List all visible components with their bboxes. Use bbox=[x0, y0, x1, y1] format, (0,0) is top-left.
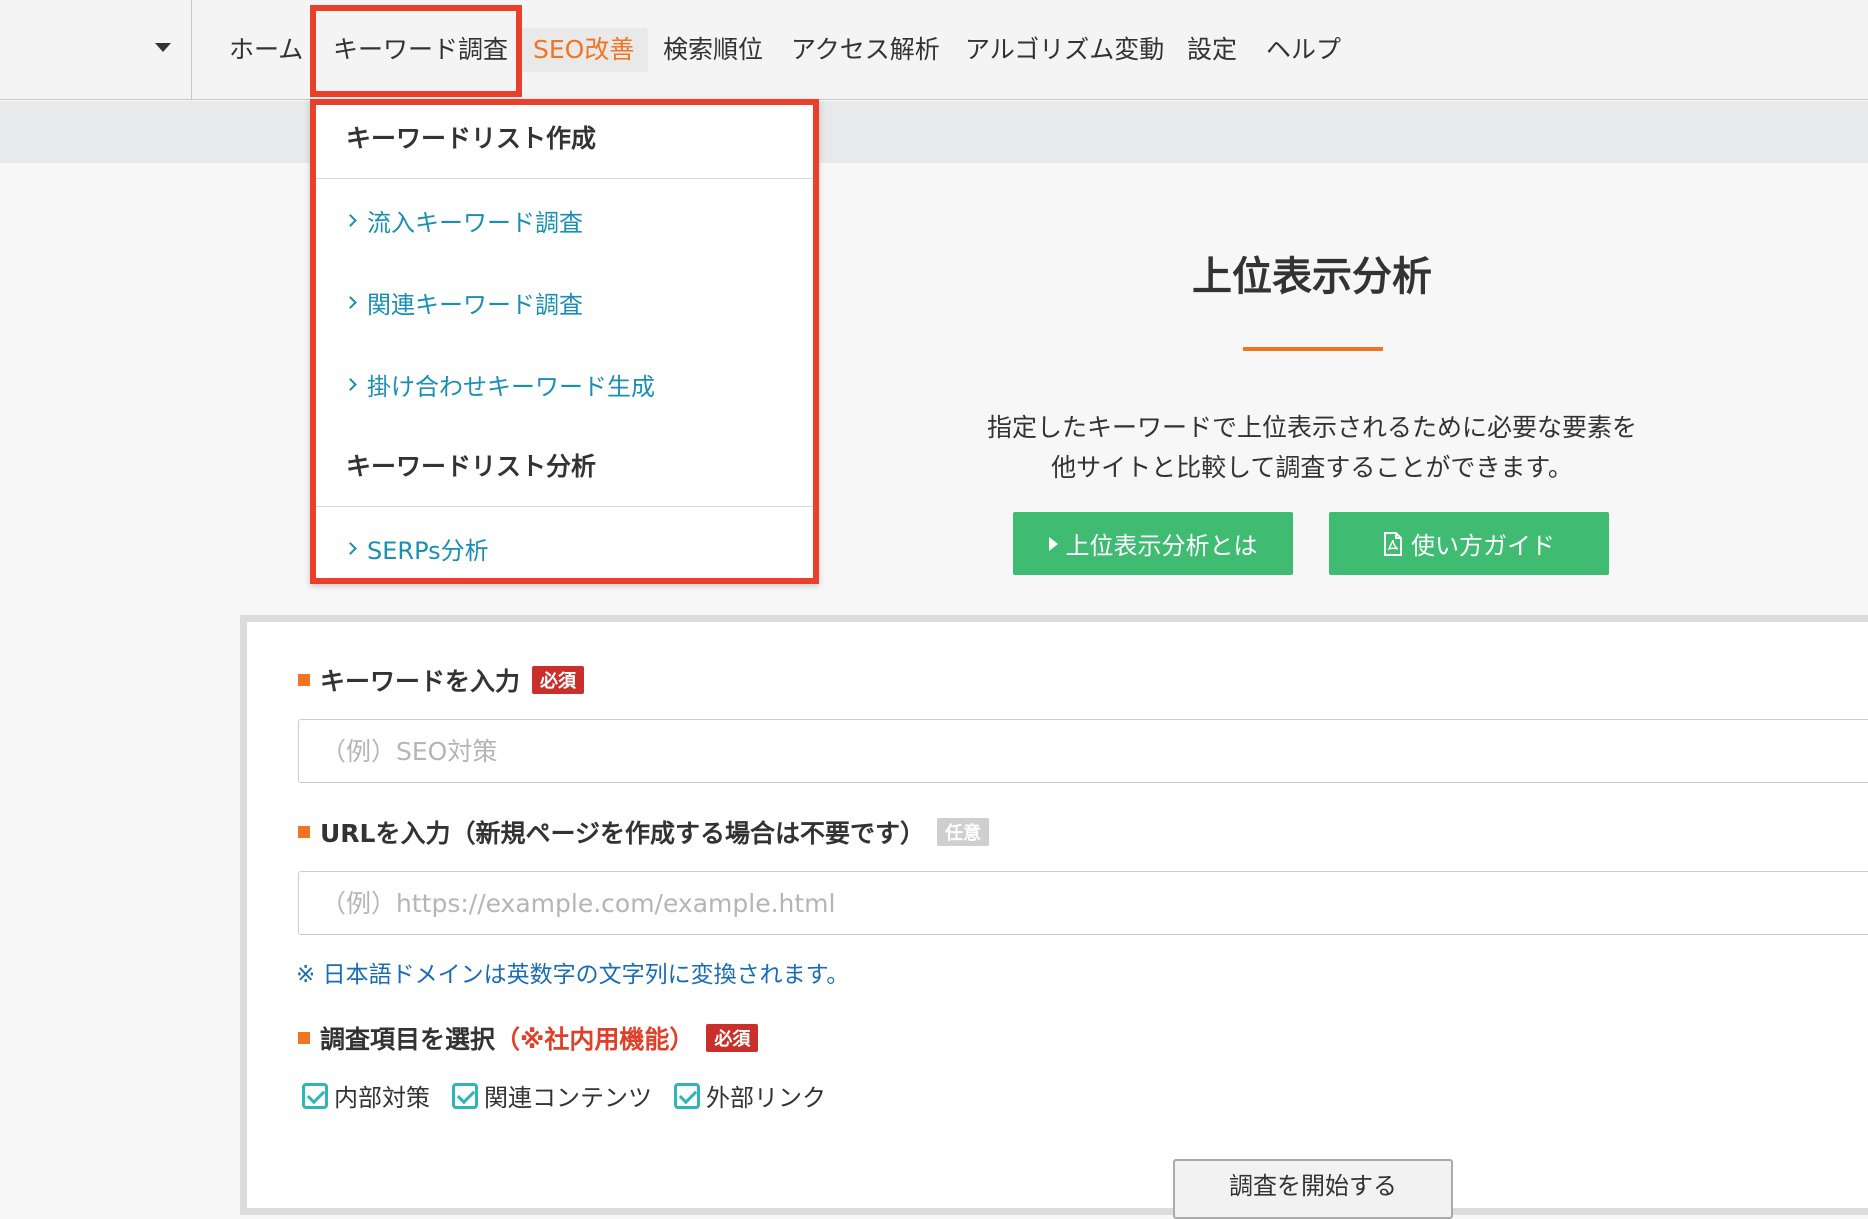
checkbox-internal-measures[interactable]: 内部対策 bbox=[302, 1078, 430, 1113]
bullet-square-icon bbox=[298, 1032, 310, 1044]
nav-item-home[interactable]: ホーム bbox=[229, 28, 303, 72]
about-button-label: 上位表示分析とは bbox=[1065, 532, 1258, 560]
chevron-right-icon bbox=[344, 542, 357, 555]
nav-item-algorithm-change[interactable]: アルゴリズム変動 bbox=[965, 28, 1164, 72]
nav-item-help[interactable]: ヘルプ bbox=[1266, 28, 1341, 72]
checkbox-label: 関連コンテンツ bbox=[484, 1084, 652, 1112]
checkbox-external-links[interactable]: 外部リンク bbox=[674, 1078, 826, 1113]
dropdown-link-related-keyword[interactable]: 関連キーワード調査 bbox=[344, 285, 583, 320]
chevron-right-icon bbox=[344, 378, 357, 391]
keyword-research-dropdown: キーワードリスト作成 流入キーワード調査 関連キーワード調査 掛け合わせキーワー… bbox=[310, 99, 819, 584]
sub-header-band bbox=[0, 101, 1868, 163]
dropdown-heading-list-analysis: キーワードリスト分析 bbox=[346, 452, 597, 481]
dropdown-link-label: 流入キーワード調査 bbox=[367, 209, 583, 237]
keyword-section-label: キーワードを入力 必須 bbox=[298, 662, 585, 698]
checkbox-checked-icon[interactable] bbox=[674, 1082, 700, 1109]
guide-button-label: 使い方ガイド bbox=[1411, 532, 1555, 560]
chevron-down-icon[interactable] bbox=[155, 43, 171, 52]
required-badge: 必須 bbox=[532, 666, 585, 694]
pdf-file-icon bbox=[1384, 531, 1402, 556]
about-button[interactable]: 上位表示分析とは bbox=[1013, 512, 1293, 575]
nav-item-access-analysis[interactable]: アクセス解析 bbox=[791, 28, 940, 72]
nav-divider bbox=[191, 0, 192, 100]
dropdown-link-inflow-keyword[interactable]: 流入キーワード調査 bbox=[344, 203, 583, 238]
dropdown-heading-list-creation: キーワードリスト作成 bbox=[346, 124, 597, 153]
items-label-text: 調査項目を選択 bbox=[320, 1025, 496, 1054]
nav-item-search-ranking[interactable]: 検索順位 bbox=[663, 28, 763, 72]
internal-feature-note: （※社内用機能） bbox=[495, 1025, 695, 1054]
chevron-right-icon bbox=[344, 296, 357, 309]
description-line-2: 他サイトと比較して調査することができます。 bbox=[1051, 453, 1573, 482]
nav-item-seo-improvement[interactable]: SEO改善 bbox=[519, 28, 649, 72]
items-section-label: 調査項目を選択 （※社内用機能） 必須 bbox=[298, 1020, 759, 1056]
guide-button[interactable]: 使い方ガイド bbox=[1329, 512, 1609, 575]
url-section-label: URLを入力（新規ページを作成する場合は不要です） 任意 bbox=[298, 814, 989, 850]
url-label-text: URLを入力（新規ページを作成する場合は不要です） bbox=[320, 819, 925, 848]
dropdown-link-label: 掛け合わせキーワード生成 bbox=[367, 373, 655, 401]
dropdown-link-combined-keyword[interactable]: 掛け合わせキーワード生成 bbox=[344, 367, 655, 402]
dropdown-divider bbox=[316, 506, 813, 507]
optional-badge: 任意 bbox=[936, 818, 989, 846]
page-description: 指定したキーワードで上位表示されるために必要な要素を 他サイトと比較して調査する… bbox=[912, 408, 1712, 488]
url-input[interactable] bbox=[298, 871, 1868, 935]
bullet-square-icon bbox=[298, 826, 310, 838]
url-note: ※ 日本語ドメインは英数字の文字列に変換されます。 bbox=[296, 962, 850, 988]
required-badge: 必須 bbox=[706, 1024, 759, 1052]
dropdown-divider bbox=[316, 178, 813, 179]
description-line-1: 指定したキーワードで上位表示されるために必要な要素を bbox=[986, 413, 1637, 442]
checkbox-checked-icon[interactable] bbox=[452, 1082, 478, 1109]
dropdown-link-label: SERPs分析 bbox=[367, 537, 489, 565]
checkbox-checked-icon[interactable] bbox=[302, 1082, 328, 1109]
dropdown-link-serps-analysis[interactable]: SERPs分析 bbox=[344, 531, 489, 566]
page-title: 上位表示分析 bbox=[1192, 254, 1432, 300]
checkbox-group: 内部対策 関連コンテンツ 外部リンク bbox=[302, 1078, 826, 1113]
keyword-input[interactable] bbox=[298, 719, 1868, 783]
bullet-square-icon bbox=[298, 674, 310, 686]
play-icon bbox=[1048, 536, 1058, 551]
nav-item-settings[interactable]: 設定 bbox=[1187, 28, 1237, 72]
top-navigation: ホーム キーワード調査 SEO改善 検索順位 アクセス解析 アルゴリズム変動 設… bbox=[0, 0, 1868, 100]
checkbox-related-content[interactable]: 関連コンテンツ bbox=[452, 1078, 652, 1113]
start-research-button[interactable]: 調査を開始する bbox=[1173, 1159, 1453, 1219]
checkbox-label: 外部リンク bbox=[706, 1084, 826, 1112]
dropdown-link-label: 関連キーワード調査 bbox=[367, 291, 583, 319]
title-underline bbox=[1243, 347, 1383, 351]
checkbox-label: 内部対策 bbox=[334, 1084, 430, 1112]
chevron-right-icon bbox=[344, 214, 357, 227]
keyword-label-text: キーワードを入力 bbox=[320, 667, 521, 696]
nav-item-keyword-research[interactable]: キーワード調査 bbox=[333, 28, 508, 72]
